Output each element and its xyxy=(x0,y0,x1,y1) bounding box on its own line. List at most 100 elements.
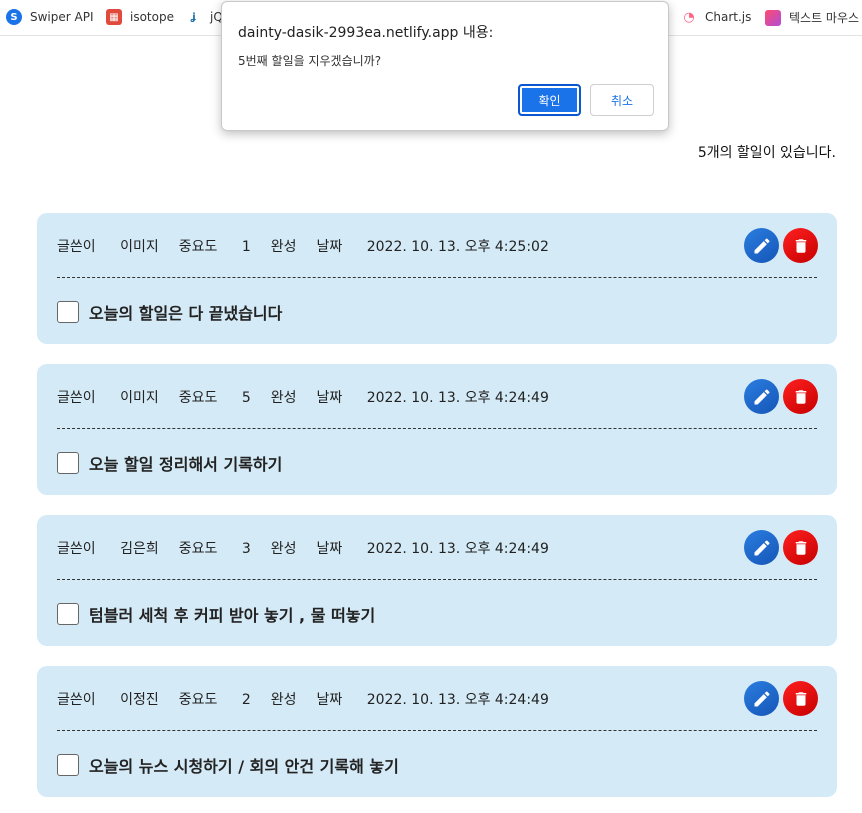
status-label: 완성 xyxy=(270,692,297,708)
pencil-icon xyxy=(754,690,770,706)
todo-meta: 글쓴이 이정진 중요도 2 완성 날짜 2022. 10. 13. 오후 4:2… xyxy=(57,689,569,709)
todo-card: 글쓴이 이미지 중요도 5 완성 날짜 2022. 10. 13. 오후 4:2… xyxy=(37,364,837,495)
author-field: 글쓴이 이미지 xyxy=(57,387,159,407)
importance-label: 중요도 xyxy=(178,541,218,557)
chartjs-icon: ◔ xyxy=(681,9,697,25)
author-field: 글쓴이 이미지 xyxy=(57,236,159,256)
done-checkbox[interactable] xyxy=(57,754,79,776)
bookmark-jquery[interactable]: ʝ jQ xyxy=(186,9,223,25)
done-checkbox[interactable] xyxy=(57,452,79,474)
author-label: 글쓴이 xyxy=(57,692,96,708)
todo-meta: 글쓴이 이미지 중요도 5 완성 날짜 2022. 10. 13. 오후 4:2… xyxy=(57,387,569,407)
todo-task: 오늘의 뉴스 시청하기 / 회의 안건 기록해 놓기 xyxy=(57,753,399,777)
delete-button[interactable] xyxy=(783,379,818,414)
todo-card: 글쓴이 김은희 중요도 3 완성 날짜 2022. 10. 13. 오후 4:2… xyxy=(37,515,837,646)
importance-label: 중요도 xyxy=(178,390,218,406)
task-text: 텀블러 세척 후 커피 받아 놓기 , 물 떠놓기 xyxy=(89,606,376,625)
jquery-icon: ʝ xyxy=(186,9,202,25)
task-text: 오늘 할일 정리해서 기록하기 xyxy=(89,455,283,474)
status-label: 완성 xyxy=(270,390,297,406)
importance-field: 중요도 1 xyxy=(179,236,251,256)
isotope-icon: ▦ xyxy=(106,9,122,25)
importance-value: 3 xyxy=(241,541,251,557)
task-text: 오늘의 할일은 다 끝냈습니다 xyxy=(89,304,283,323)
todo-actions xyxy=(744,379,818,414)
importance-field: 중요도 2 xyxy=(179,689,251,709)
pencil-icon xyxy=(754,539,770,555)
date-value: 2022. 10. 13. 오후 4:24:49 xyxy=(366,692,549,708)
delete-button[interactable] xyxy=(783,681,818,716)
author-label: 글쓴이 xyxy=(57,541,96,557)
status-label: 완성 xyxy=(270,541,297,557)
date-value: 2022. 10. 13. 오후 4:24:49 xyxy=(366,390,549,406)
date-value: 2022. 10. 13. 오후 4:25:02 xyxy=(366,239,549,255)
pencil-icon xyxy=(754,388,770,404)
dialog-title: dainty-dasik-2993ea.netlify.app 내용: xyxy=(238,25,494,41)
todo-meta: 글쓴이 이미지 중요도 1 완성 날짜 2022. 10. 13. 오후 4:2… xyxy=(57,236,569,256)
date-field: 날짜 2022. 10. 13. 오후 4:24:49 xyxy=(317,689,549,709)
date-label: 날짜 xyxy=(316,541,343,557)
todo-actions xyxy=(744,228,818,263)
trash-icon xyxy=(795,540,806,555)
importance-field: 중요도 3 xyxy=(179,538,251,558)
bookmark-gradient-icon xyxy=(765,9,781,26)
done-checkbox[interactable] xyxy=(57,603,79,625)
importance-value: 1 xyxy=(241,239,251,255)
bookmark-text-mouse[interactable]: 텍스트 마우스 xyxy=(765,9,859,26)
todo-count: 5개의 할일이 있습니다. xyxy=(697,145,836,161)
divider xyxy=(57,277,817,278)
swiper-icon: S xyxy=(6,9,22,25)
dialog-message: 5번째 할일을 지우겠습니까? xyxy=(238,54,382,68)
trash-icon xyxy=(795,238,806,253)
done-checkbox[interactable] xyxy=(57,301,79,323)
trash-icon xyxy=(795,389,806,404)
bookmark-chartjs[interactable]: ◔ Chart.js xyxy=(681,9,751,25)
author-label: 글쓴이 xyxy=(57,390,96,406)
confirm-dialog: dainty-dasik-2993ea.netlify.app 내용: 5번째 … xyxy=(221,1,669,131)
date-field: 날짜 2022. 10. 13. 오후 4:25:02 xyxy=(317,236,549,256)
bookmark-label: Chart.js xyxy=(705,10,752,24)
edit-button[interactable] xyxy=(744,530,779,565)
importance-value: 2 xyxy=(241,692,251,708)
edit-button[interactable] xyxy=(744,379,779,414)
cancel-button[interactable]: 취소 xyxy=(590,84,654,116)
edit-button[interactable] xyxy=(744,681,779,716)
todo-actions xyxy=(744,681,818,716)
importance-label: 중요도 xyxy=(178,239,218,255)
author-value: 이미지 xyxy=(120,390,159,406)
date-field: 날짜 2022. 10. 13. 오후 4:24:49 xyxy=(317,538,549,558)
divider xyxy=(57,428,817,429)
bookmark-isotope[interactable]: ▦ isotope xyxy=(106,9,174,25)
importance-field: 중요도 5 xyxy=(179,387,251,407)
author-field: 글쓴이 김은희 xyxy=(57,538,159,558)
ok-button[interactable]: 확인 xyxy=(518,84,581,116)
todo-card: 글쓴이 이미지 중요도 1 완성 날짜 2022. 10. 13. 오후 4:2… xyxy=(37,213,837,344)
date-value: 2022. 10. 13. 오후 4:24:49 xyxy=(366,541,549,557)
date-label: 날짜 xyxy=(316,390,343,406)
author-value: 이미지 xyxy=(120,239,159,255)
status-label: 완성 xyxy=(270,239,297,255)
bookmark-label: Swiper API xyxy=(30,10,94,24)
author-value: 이정진 xyxy=(120,692,159,708)
bookmark-swiper[interactable]: S Swiper API xyxy=(6,9,94,25)
date-field: 날짜 2022. 10. 13. 오후 4:24:49 xyxy=(317,387,549,407)
importance-value: 5 xyxy=(241,390,251,406)
divider xyxy=(57,579,817,580)
author-label: 글쓴이 xyxy=(57,239,96,255)
author-value: 김은희 xyxy=(120,541,159,557)
todo-task: 오늘의 할일은 다 끝냈습니다 xyxy=(57,300,282,324)
todo-meta: 글쓴이 김은희 중요도 3 완성 날짜 2022. 10. 13. 오후 4:2… xyxy=(57,538,569,558)
pencil-icon xyxy=(754,237,770,253)
todo-card: 글쓴이 이정진 중요도 2 완성 날짜 2022. 10. 13. 오후 4:2… xyxy=(37,666,837,797)
todo-task: 오늘 할일 정리해서 기록하기 xyxy=(57,451,282,475)
date-label: 날짜 xyxy=(316,692,343,708)
delete-button[interactable] xyxy=(783,530,818,565)
trash-icon xyxy=(795,691,806,706)
delete-button[interactable] xyxy=(783,228,818,263)
author-field: 글쓴이 이정진 xyxy=(57,689,159,709)
todo-task: 텀블러 세척 후 커피 받아 놓기 , 물 떠놓기 xyxy=(57,602,375,626)
date-label: 날짜 xyxy=(316,239,343,255)
divider xyxy=(57,730,817,731)
edit-button[interactable] xyxy=(744,228,779,263)
todo-actions xyxy=(744,530,818,565)
